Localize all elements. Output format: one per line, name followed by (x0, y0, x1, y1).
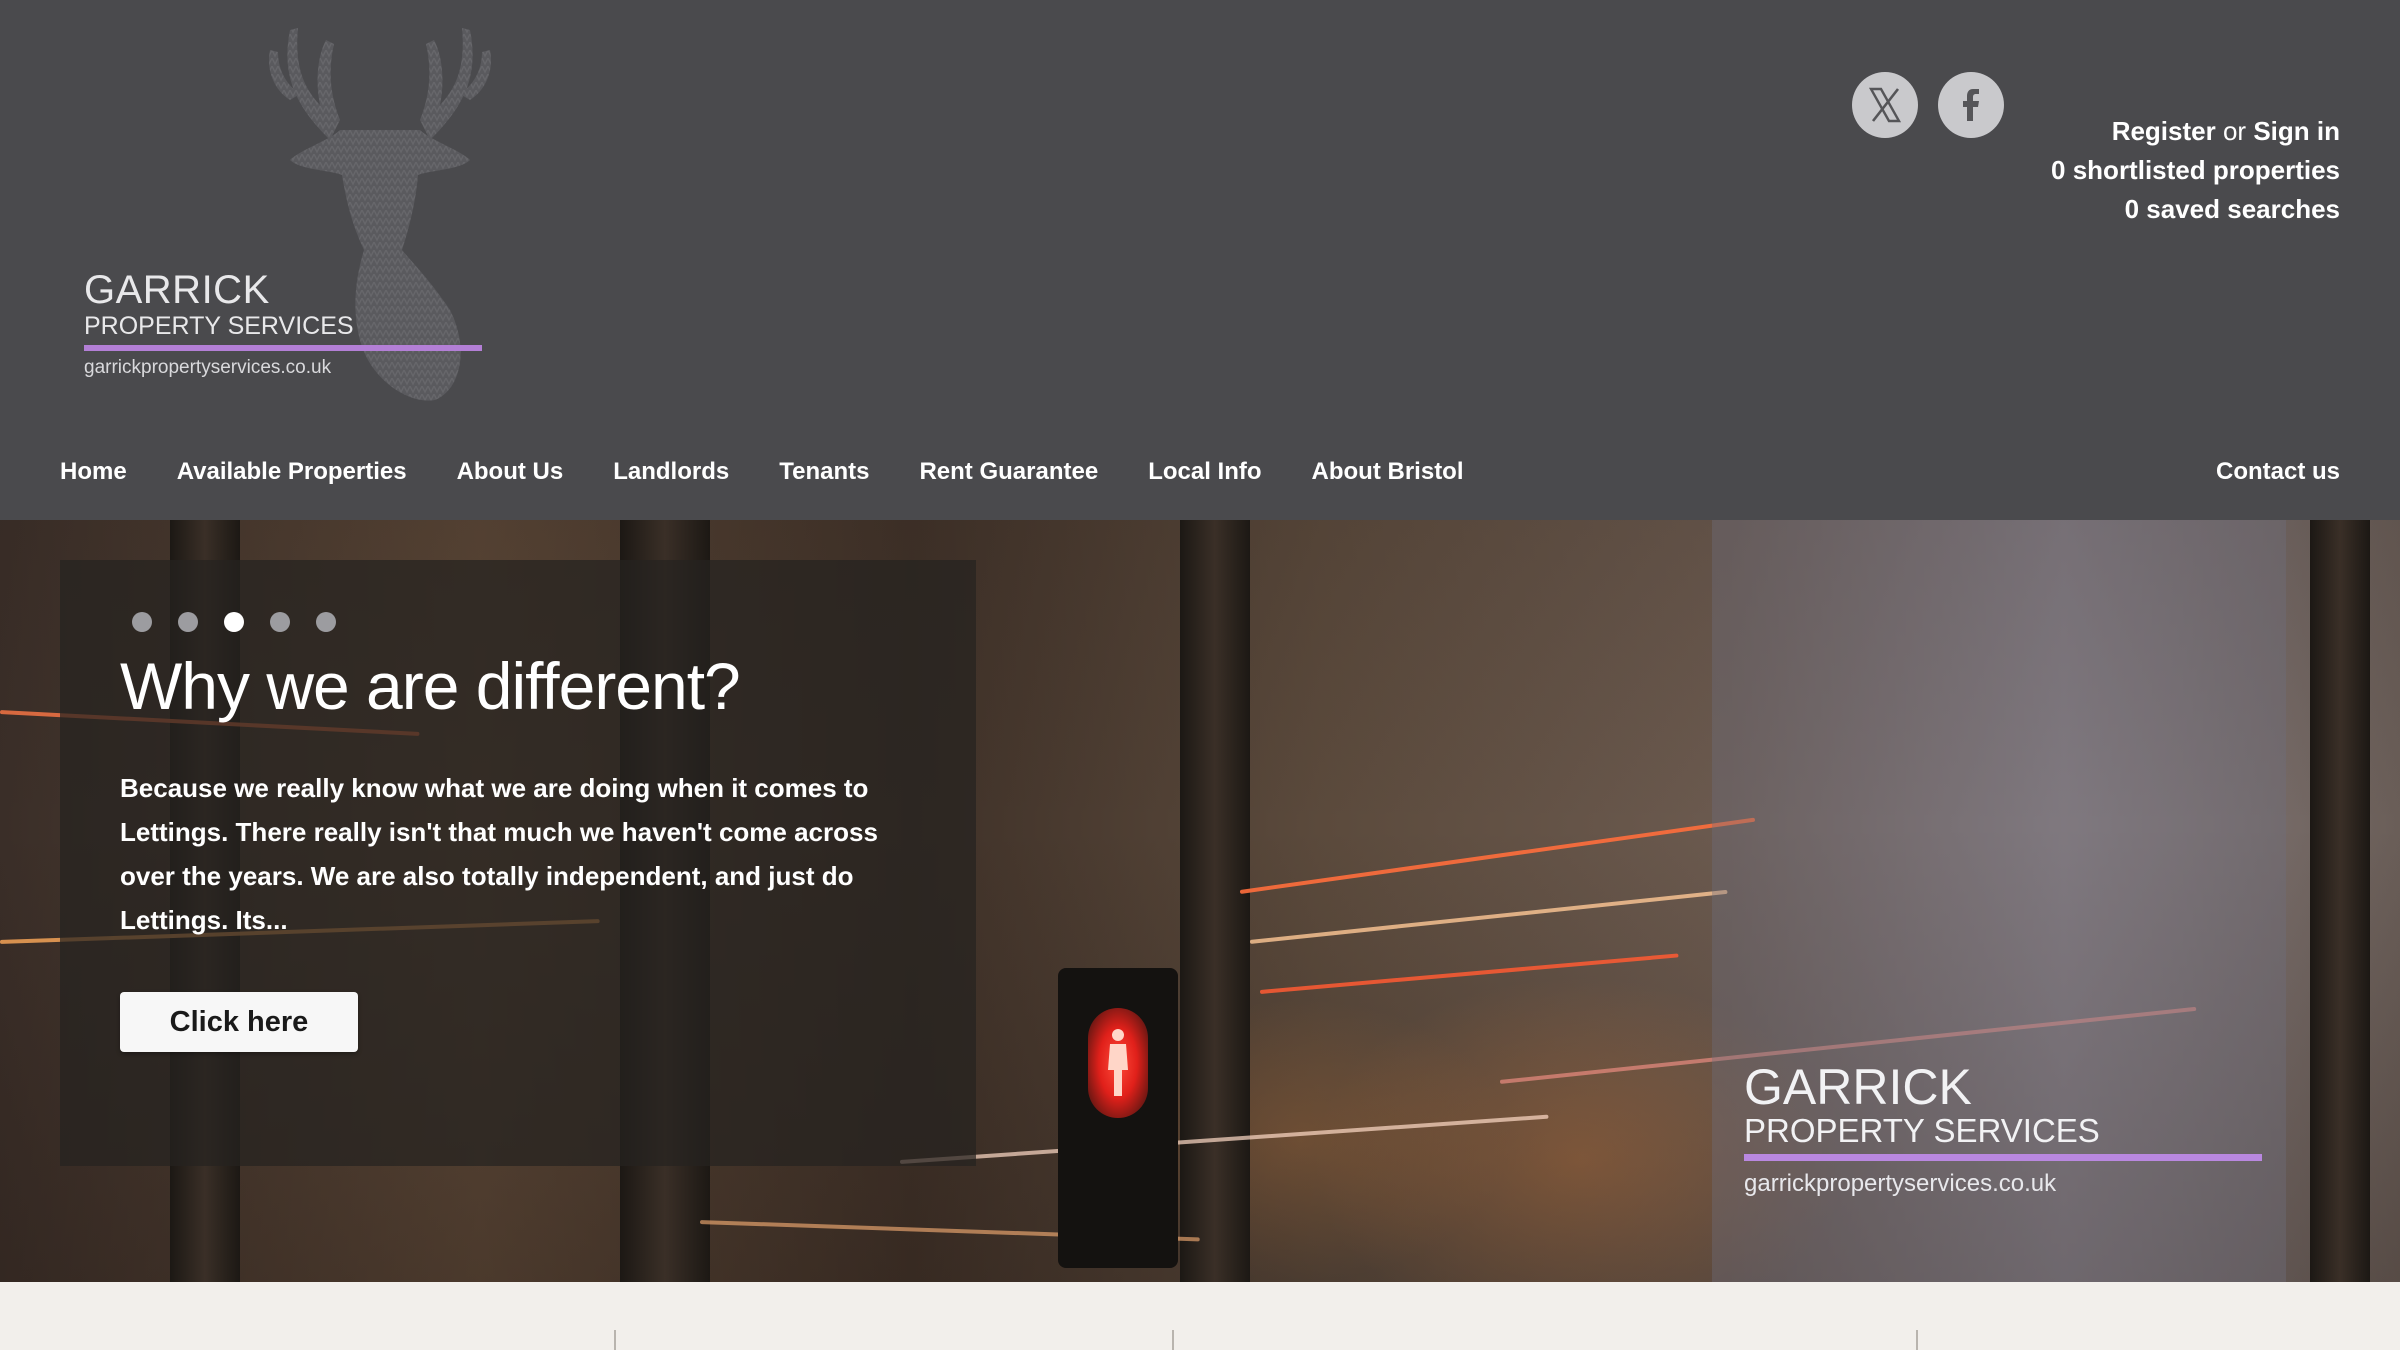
background-pole (1180, 520, 1250, 1282)
logo-subtitle: PROPERTY SERVICES (84, 312, 354, 340)
hero-text-panel: Why we are different? Because we really … (60, 560, 976, 1166)
slide-dot-1[interactable] (132, 612, 152, 632)
nav-about-us[interactable]: About Us (457, 458, 564, 486)
light-streak (1259, 953, 1679, 994)
light-streak (1249, 889, 1728, 944)
slide-dot-2[interactable] (178, 612, 198, 632)
nav-local-info[interactable]: Local Info (1148, 458, 1261, 486)
logo-name: GARRICK (84, 268, 270, 312)
property-search-bar (0, 1282, 2400, 1350)
search-field-divider (1916, 1330, 1918, 1350)
or-text: or (2222, 116, 2247, 146)
pedestrian-figure-icon (1108, 1029, 1128, 1096)
nav-home[interactable]: Home (60, 458, 127, 486)
nav-available-properties[interactable]: Available Properties (177, 458, 407, 486)
hero-text: Because we really know what we are doing… (120, 773, 878, 935)
nav-contact-us[interactable]: Contact us (2216, 452, 2340, 492)
x-twitter-icon (1868, 87, 1902, 123)
pedestrian-signal (1058, 968, 1178, 1268)
slide-dot-5[interactable] (316, 612, 336, 632)
main-nav: Home Available Properties About Us Landl… (60, 452, 1514, 492)
nav-rent-guarantee[interactable]: Rent Guarantee (919, 458, 1098, 486)
search-field-divider (614, 1330, 616, 1350)
background-pole (2310, 520, 2370, 1282)
search-field-divider (1172, 1330, 1174, 1350)
overlay-brand-url: garrickpropertyservices.co.uk (1744, 1170, 2057, 1197)
hero-brand-overlay: GARRICK PROPERTY SERVICES garrickpropert… (1712, 520, 2286, 1282)
hero-title: Why we are different? (120, 649, 741, 723)
nav-tenants[interactable]: Tenants (779, 458, 869, 486)
register-link[interactable]: Register (2112, 116, 2216, 146)
facebook-icon (1963, 89, 1979, 121)
shortlisted-properties-link[interactable]: 0 shortlisted properties (2051, 155, 2340, 185)
sign-in-link[interactable]: Sign in (2253, 116, 2340, 146)
nav-landlords[interactable]: Landlords (613, 458, 729, 486)
overlay-brand-subtitle: PROPERTY SERVICES (1744, 1112, 2100, 1149)
facebook-button[interactable] (1938, 72, 2004, 138)
slide-indicators (132, 612, 336, 632)
light-streak (1239, 817, 1756, 894)
overlay-accent-bar (1744, 1154, 2262, 1161)
x-twitter-button[interactable] (1852, 72, 1918, 138)
site-logo[interactable]: GARRICK PROPERTY SERVICES garrickpropert… (80, 0, 500, 420)
overlay-brand-name: GARRICK (1744, 1059, 1972, 1115)
logo-url: garrickpropertyservices.co.uk (84, 357, 332, 378)
account-links: Register or Sign in 0 shortlisted proper… (2051, 112, 2340, 229)
click-here-button[interactable]: Click here (120, 992, 358, 1052)
nav-about-bristol[interactable]: About Bristol (1312, 458, 1464, 486)
hero-slider: GARRICK PROPERTY SERVICES garrickpropert… (0, 520, 2400, 1282)
slide-dot-3[interactable] (224, 612, 244, 632)
slide-dot-4[interactable] (270, 612, 290, 632)
logo-accent-bar (84, 345, 482, 351)
site-header: GARRICK PROPERTY SERVICES garrickpropert… (0, 0, 2400, 520)
saved-searches-link[interactable]: 0 saved searches (2125, 194, 2340, 224)
